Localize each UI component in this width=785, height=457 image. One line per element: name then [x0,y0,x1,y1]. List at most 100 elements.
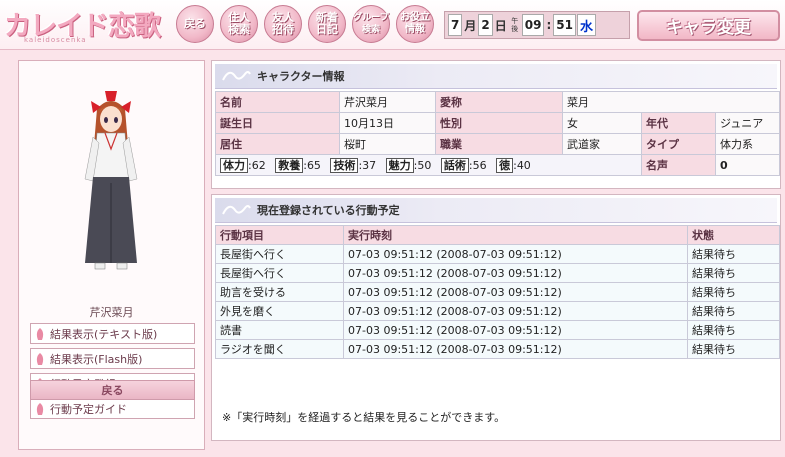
nav-invite-friend-button[interactable]: 友人 招待 [264,5,302,43]
time-cell: 07-03 09:51:12 (2008-07-03 09:51:12) [343,282,688,302]
stats-cell: 体力:62 教養:65 技術:37 魅力:50 話術:56 徳:40 [215,154,642,176]
clock-weekday: 水 [576,14,596,36]
status-cell: 結果待ち [687,282,780,302]
birthday-value: 10月13日 [339,112,436,134]
time-cell: 07-03 09:51:12 (2008-07-03 09:51:12) [343,339,688,359]
stat-skill-value: 37 [362,158,377,172]
column-header-status: 状態 [687,225,780,245]
game-clock: 7 月 2 日 午後 09 : 51 水 [444,11,630,39]
swirl-icon [222,71,251,81]
clock-month: 7 [448,14,463,36]
stats-row: 体力:62 教養:65 技術:37 魅力:50 話術:56 徳:40 名声 0 [215,154,781,176]
stat-charm-label: 魅力 [385,157,414,173]
age-group-value: ジュニア [714,112,781,134]
change-character-button[interactable]: キャラ変更 [637,10,780,41]
menu-label: 結果表示(Flash版) [50,352,143,366]
nickname-label: 愛称 [435,91,563,113]
site-logo[interactable]: カレイド恋歌 kaleidoscenka [4,4,164,46]
stat-speech-label: 話術 [440,157,469,173]
status-cell: 結果待ち [687,320,780,340]
type-value: 体力系 [714,133,781,155]
residence-label: 居住 [215,133,340,155]
clock-hour: 09 [521,14,545,36]
menu-label: 結果表示(テキスト版) [50,327,158,341]
stat-virtue-value: 40 [516,158,531,172]
nav-useful-info-button[interactable]: お役立 情報 [396,5,434,43]
petal-icon [36,327,44,340]
schedule-panel: 現在登録されている行動予定 行動項目 実行時刻 状態 長屋街へ行く 07-03 … [211,194,781,441]
info-row: 名前 芹沢菜月 愛称 菜月 [215,91,781,113]
logo-subtitle: kaleidoscenka [24,36,87,44]
sidebar: 芹沢菜月 結果表示(テキスト版) 結果表示(Flash版) 行動予定登録 行動予… [18,60,205,450]
stat-virtue-label: 徳 [496,157,514,173]
menu-label: 行動予定ガイド [50,402,127,416]
stat-culture-value: 65 [306,158,321,172]
character-portrait [84,91,138,270]
panel-title: 現在登録されている行動予定 [257,204,400,217]
name-label: 名前 [215,91,340,113]
nav-back-button[interactable]: 戻る [176,5,214,43]
status-cell: 結果待ち [687,301,780,321]
status-cell: 結果待ち [687,339,780,359]
stat-speech-value: 56 [472,158,487,172]
table-row: 外見を磨く 07-03 09:51:12 (2008-07-03 09:51:1… [215,301,780,321]
character-name: 芹沢菜月 [89,306,134,319]
time-cell: 07-03 09:51:12 (2008-07-03 09:51:12) [343,263,688,283]
clock-ampm: 午後 [511,17,519,33]
status-cell: 結果待ち [687,263,780,283]
nickname-value: 菜月 [561,91,781,113]
fame-value: 0 [714,154,781,176]
petal-icon [36,352,44,365]
clock-day-unit: 日 [494,18,507,33]
menu-result-text[interactable]: 結果表示(テキスト版) [30,323,195,344]
birthday-label: 誕生日 [215,112,340,134]
clock-minute: 51 [553,14,576,36]
table-row: 助言を受ける 07-03 09:51:12 (2008-07-03 09:51:… [215,282,780,302]
petal-icon [36,402,44,415]
panel-title: キャラクター情報 [257,70,345,83]
schedule-table: 行動項目 実行時刻 状態 長屋街へ行く 07-03 09:51:12 (2008… [215,225,780,359]
name-value: 芹沢菜月 [339,91,436,113]
stat-charm-value: 50 [417,158,432,172]
action-cell: 外見を磨く [215,301,344,321]
age-group-label: 年代 [641,112,716,134]
schedule-header-row: 行動項目 実行時刻 状態 [215,225,780,245]
occupation-value: 武道家 [562,133,642,155]
table-row: 読書 07-03 09:51:12 (2008-07-03 09:51:12) … [215,320,780,340]
info-row: 誕生日 10月13日 性別 女 年代 ジュニア [215,112,781,134]
menu-result-flash[interactable]: 結果表示(Flash版) [30,348,195,369]
status-cell: 結果待ち [687,244,780,264]
time-cell: 07-03 09:51:12 (2008-07-03 09:51:12) [343,244,688,264]
action-cell: 読書 [215,320,344,340]
column-header-time: 実行時刻 [343,225,688,245]
gender-label: 性別 [435,112,563,134]
nav-resident-search-button[interactable]: 住人 検索 [220,5,258,43]
swirl-icon [222,205,251,215]
menu-schedule-guide[interactable]: 行動予定ガイド [30,398,195,419]
action-cell: 長屋街へ行く [215,244,344,264]
schedule-note: ※「実行時刻」を経過すると結果を見ることができます。 [222,411,506,424]
clock-month-unit: 月 [464,18,477,33]
table-row: 長屋街へ行く 07-03 09:51:12 (2008-07-03 09:51:… [215,244,780,264]
residence-value: 桜町 [339,133,436,155]
action-cell: 助言を受ける [215,282,344,302]
stat-stamina-value: 62 [251,158,266,172]
nav-group-search-button[interactable]: グループ 検索 [352,5,390,43]
time-cell: 07-03 09:51:12 (2008-07-03 09:51:12) [343,320,688,340]
schedule-header: 現在登録されている行動予定 [215,198,777,223]
nav-new-diary-button[interactable]: 新着 日記 [308,5,346,43]
fame-label: 名声 [641,154,716,176]
sidebar-back-button[interactable]: 戻る [30,380,195,400]
clock-day: 2 [478,14,493,36]
action-cell: 長屋街へ行く [215,263,344,283]
side-menu: 結果表示(テキスト版) 結果表示(Flash版) 行動予定登録 行動予定ガイド [30,323,195,423]
header-bar: カレイド恋歌 kaleidoscenka 戻る 住人 検索 友人 招待 新着 日… [0,0,785,50]
time-cell: 07-03 09:51:12 (2008-07-03 09:51:12) [343,301,688,321]
info-row: 居住 桜町 職業 武道家 タイプ 体力系 [215,133,781,155]
character-info-header: キャラクター情報 [215,64,777,89]
character-info-table: 名前 芹沢菜月 愛称 菜月 誕生日 10月13日 性別 女 年代 ジュニア 居住… [215,91,781,176]
column-header-action: 行動項目 [215,225,344,245]
occupation-label: 職業 [435,133,563,155]
table-row: ラジオを聞く 07-03 09:51:12 (2008-07-03 09:51:… [215,339,780,359]
clock-colon: : [546,18,552,32]
